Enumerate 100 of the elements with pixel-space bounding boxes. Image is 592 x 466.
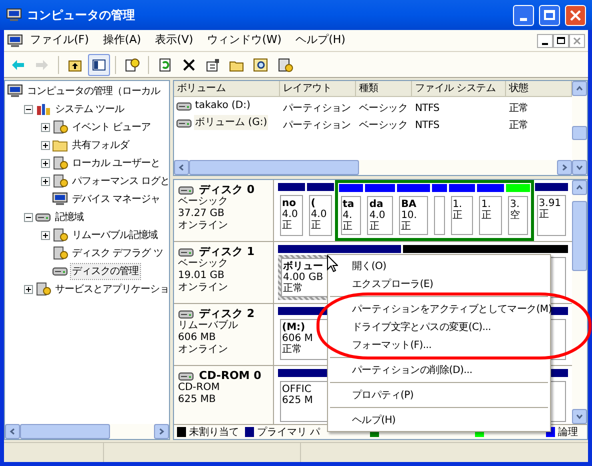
expand-toggle[interactable] <box>41 140 50 150</box>
chevron-up-icon[interactable] <box>576 85 583 92</box>
partition-info: 空 <box>510 210 520 221</box>
partition-name: ( <box>310 198 316 209</box>
disk-drive-icon <box>178 308 194 320</box>
maximize-button[interactable] <box>539 4 560 26</box>
partition-block[interactable]: 1. 正 <box>477 194 504 237</box>
tree-item[interactable]: 記憶域 <box>54 210 84 224</box>
expand-toggle[interactable] <box>41 176 50 186</box>
menu-item[interactable]: 操作(A) <box>96 32 148 49</box>
partition-block[interactable]: 1. 正 <box>448 194 476 237</box>
volume-name[interactable]: ボリューム (G:) <box>194 115 268 130</box>
drive-icon <box>176 100 192 112</box>
expand-toggle[interactable] <box>41 122 50 132</box>
scrollbar-thumb[interactable] <box>572 126 587 140</box>
partition-info: 4.0 <box>369 210 386 221</box>
tree-item[interactable]: サービスとアプリケーショ <box>54 282 169 296</box>
horizontal-scrollbar[interactable] <box>174 160 572 175</box>
table-cell: NTFS <box>415 120 440 130</box>
column-header[interactable]: 状態 <box>506 81 572 97</box>
delete-icon <box>181 56 197 72</box>
scrollbar-thumb[interactable] <box>20 424 110 439</box>
expand-toggle[interactable] <box>41 230 50 240</box>
tree-item[interactable]: イベント ビューア <box>71 120 152 134</box>
vertical-scrollbar[interactable] <box>572 180 587 424</box>
partition-info: 正 <box>452 210 463 221</box>
drive-icon <box>176 116 192 128</box>
partition-block[interactable]: BA 10. 正 <box>397 194 430 237</box>
chevron-left-icon[interactable] <box>178 164 185 171</box>
collapse-toggle[interactable] <box>24 104 33 114</box>
tree-item[interactable]: リムーバブル記憶域 <box>71 228 158 242</box>
menu-item[interactable]: ウィンドウ(W) <box>200 32 289 49</box>
tree-item[interactable]: システム ツール <box>54 102 126 116</box>
scrollbar-thumb[interactable] <box>572 201 587 271</box>
chevron-right-icon[interactable] <box>561 164 568 171</box>
child-restore-button[interactable] <box>553 34 569 48</box>
tree-item[interactable]: 共有フォルダ <box>71 138 130 152</box>
disk-info: 606 MB <box>178 332 216 344</box>
context-menu-item[interactable]: ヘルプ(H) <box>328 411 550 429</box>
plus-icon <box>42 232 49 238</box>
panel-icon <box>91 56 107 72</box>
disk-info: ベーシック <box>178 258 228 270</box>
vertical-scrollbar[interactable] <box>572 81 587 175</box>
partition-name: (M:) <box>282 322 306 333</box>
partition-info: 4.0 <box>282 209 298 220</box>
partition-block[interactable]: 3.91 正 <box>534 193 568 238</box>
tree-item[interactable]: ディスク デフラグ ツ <box>71 246 164 260</box>
partition-block[interactable]: ta 4. 正 <box>338 194 364 237</box>
column-header[interactable]: ファイル システム <box>412 81 506 97</box>
scrollbar-thumb[interactable] <box>189 160 359 175</box>
tree-item[interactable]: ローカル ユーザーと <box>71 156 162 170</box>
tree-item[interactable]: ディスクの管理 <box>71 264 140 278</box>
close-icon <box>570 10 581 20</box>
expand-toggle[interactable] <box>24 284 33 294</box>
disk-drive-icon <box>178 246 194 258</box>
partition-info: 4.0 <box>310 209 327 220</box>
collapse-toggle[interactable] <box>24 212 33 222</box>
chevron-right-icon[interactable] <box>158 428 165 435</box>
context-menu-item[interactable]: プロパティ(P) <box>328 386 550 404</box>
volume-name[interactable]: takako (D:) <box>194 98 252 113</box>
minimize-button[interactable] <box>513 4 534 26</box>
menu-item[interactable]: ファイル(F) <box>23 32 96 49</box>
menu-item[interactable]: 表示(V) <box>148 32 200 49</box>
panel-button[interactable] <box>88 54 110 76</box>
partition-block[interactable] <box>432 194 447 237</box>
tree-item[interactable]: コンピュータの管理（ローカル <box>26 84 161 98</box>
expand-toggle[interactable] <box>41 158 50 168</box>
partition-info: 正 <box>369 221 380 232</box>
context-menu-item[interactable]: ドライブ文字とパスの変更(C)... <box>328 318 550 336</box>
partition-info: OFFIC <box>282 384 312 395</box>
partition-info: 1. <box>452 199 462 210</box>
app-icon <box>6 8 22 22</box>
tree-item[interactable]: パフォーマンス ログと <box>71 174 169 188</box>
cd-drive-icon <box>178 370 194 382</box>
column-header[interactable]: レイアウト <box>280 81 356 97</box>
table-cell: パーティション <box>283 120 351 130</box>
legend-label: 論理 <box>558 426 578 439</box>
column-header[interactable]: ボリューム <box>174 81 280 97</box>
menu-item[interactable]: ヘルプ(H) <box>288 32 352 49</box>
child-minimize-button[interactable] <box>537 34 553 48</box>
chevron-up-icon[interactable] <box>576 184 583 191</box>
disk-info: ベーシック <box>178 196 228 208</box>
chevron-left-icon[interactable] <box>9 428 16 435</box>
chevron-down-icon[interactable] <box>576 164 583 171</box>
column-header[interactable]: 種類 <box>356 81 412 97</box>
partition-info: 正 <box>310 220 321 231</box>
tree-item[interactable]: デバイス マネージャ <box>71 192 162 206</box>
partition-info: 625 M <box>282 395 313 406</box>
context-menu-item[interactable]: エクスプローラ(E) <box>328 275 550 293</box>
context-menu-item[interactable]: パーティションの削除(D)... <box>328 361 550 379</box>
disk-info: オンライン <box>178 220 228 232</box>
partition-info: 3. <box>510 199 520 210</box>
horizontal-scrollbar[interactable] <box>5 424 169 439</box>
partition-block[interactable]: no 4.0 正 <box>278 193 305 238</box>
partition-block[interactable]: ( 4.0 正 <box>306 193 334 238</box>
context-menu-item[interactable]: フォーマット(F)... <box>328 336 550 354</box>
close-button[interactable] <box>565 4 586 26</box>
partition-block[interactable]: 3. 空 <box>506 194 530 237</box>
partition-block[interactable]: da 4.0 正 <box>365 194 396 237</box>
chevron-down-icon[interactable] <box>576 413 583 420</box>
